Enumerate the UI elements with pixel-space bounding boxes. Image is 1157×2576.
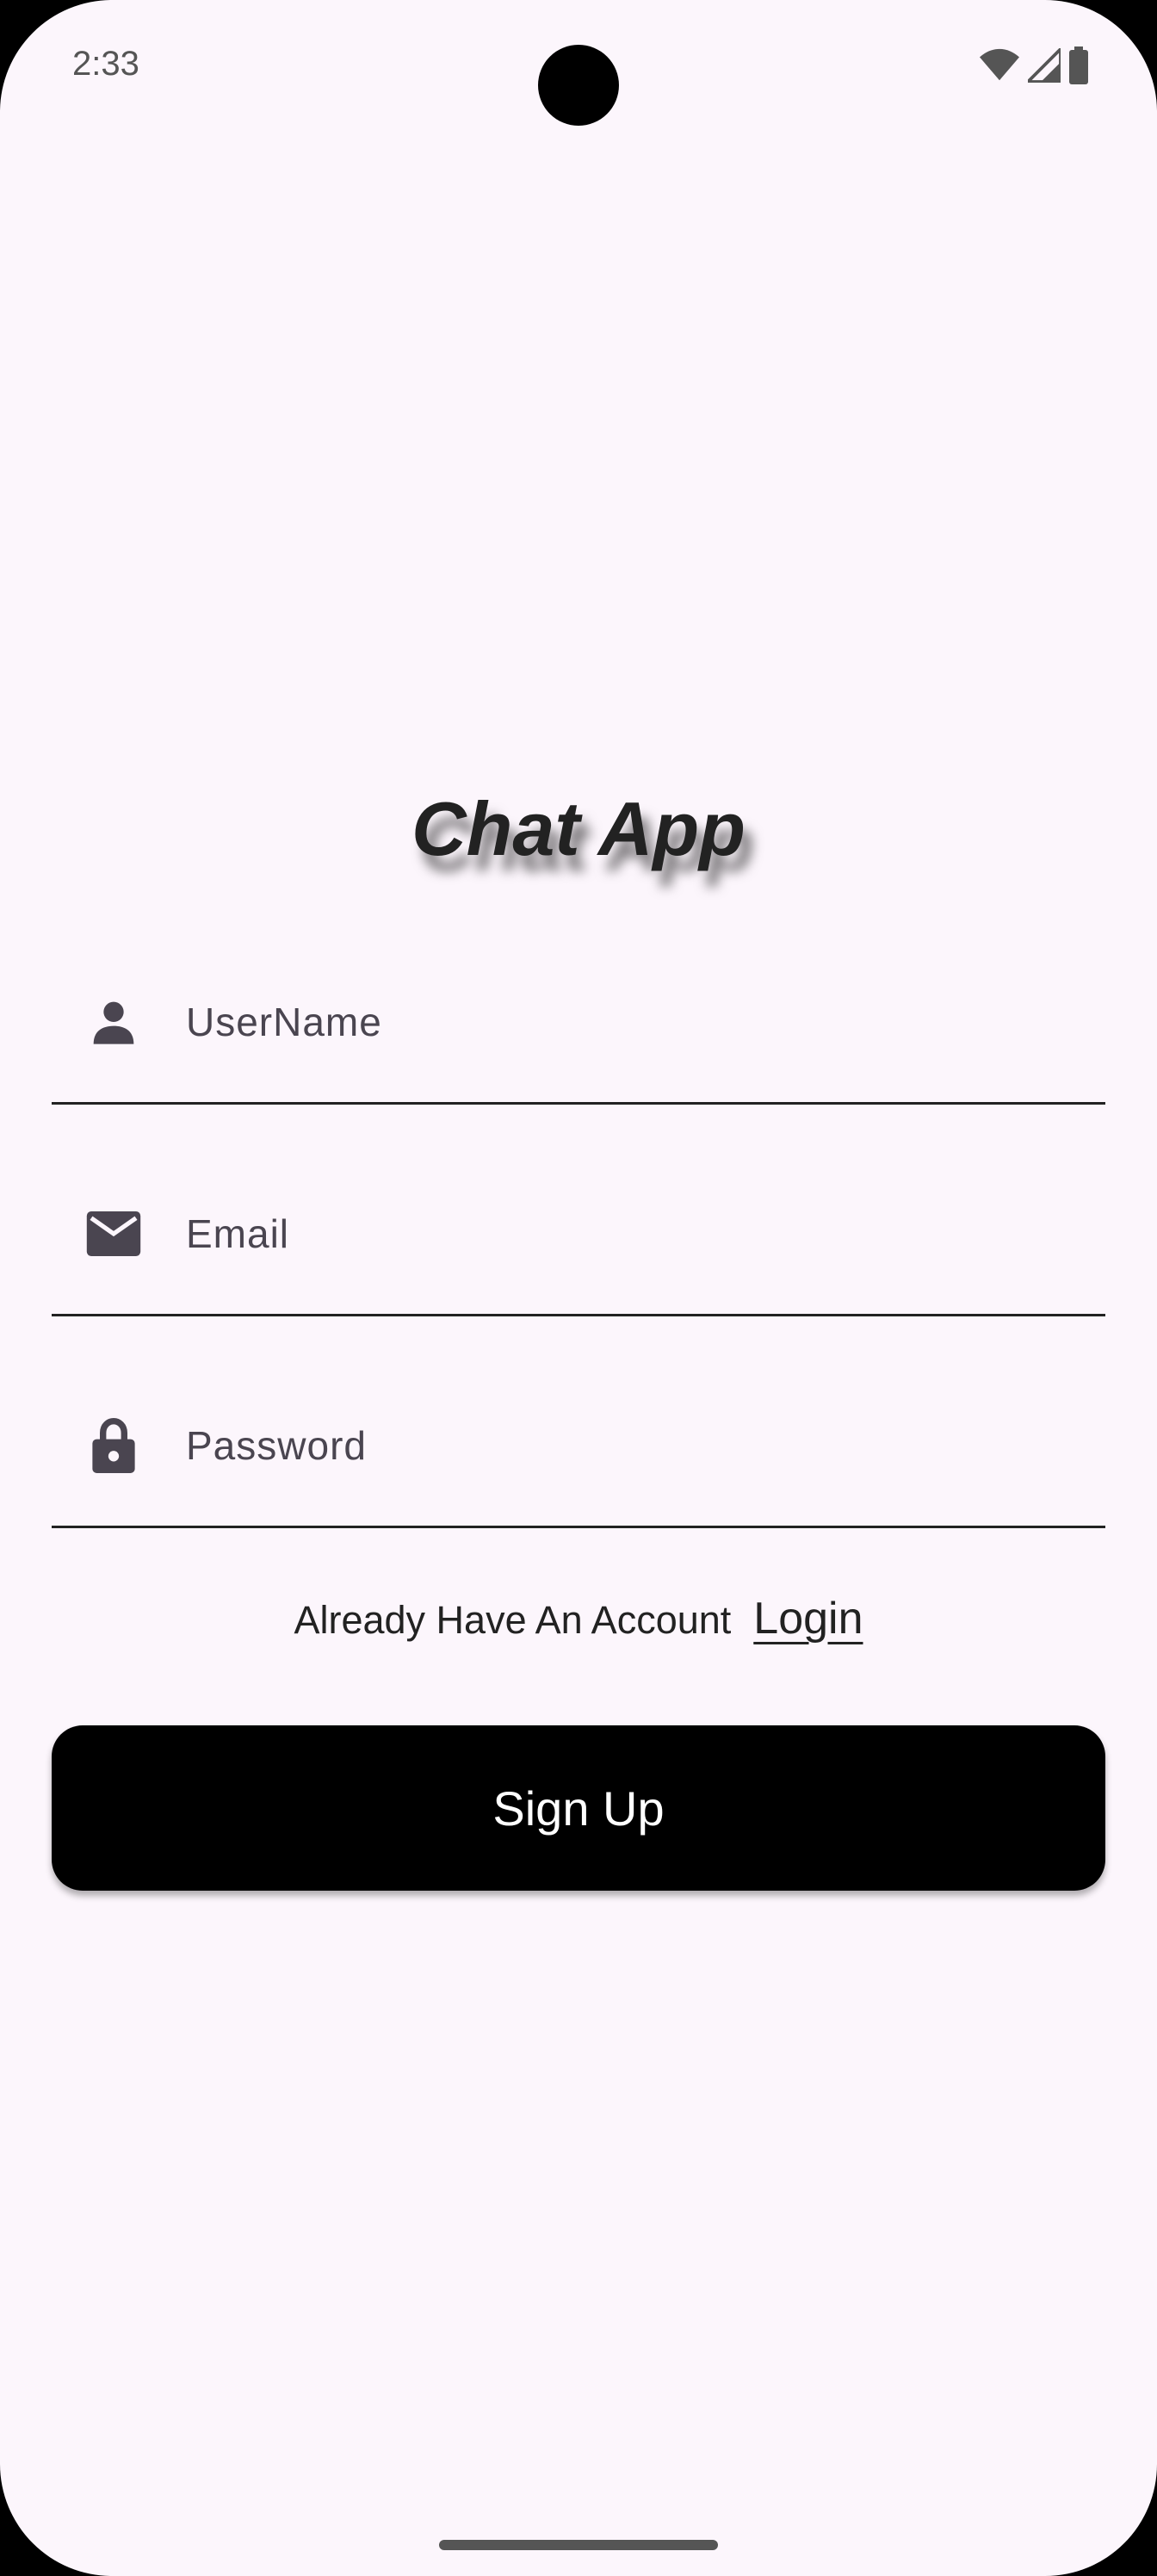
account-prompt: Already Have An Account Login — [0, 1593, 1157, 1644]
status-bar: 2:33 — [0, 0, 1157, 138]
battery-icon — [1069, 46, 1088, 89]
signal-icon — [1024, 44, 1062, 87]
lock-icon — [86, 1418, 141, 1473]
username-field[interactable] — [52, 942, 1105, 1105]
email-input[interactable] — [186, 1154, 1081, 1314]
status-icons — [980, 44, 1088, 89]
mail-icon — [86, 1206, 141, 1261]
app-title: Chat App — [411, 786, 746, 871]
camera-cutout — [538, 45, 619, 126]
wifi-icon — [980, 48, 1019, 87]
home-indicator[interactable] — [439, 2540, 718, 2550]
app-screen: 2:33 Chat App UserName Email Already Hav… — [0, 0, 1157, 2576]
password-input[interactable] — [186, 1365, 1081, 1526]
account-prompt-text: Already Have An Account — [294, 1598, 732, 1642]
email-field[interactable] — [52, 1154, 1105, 1316]
person-icon — [86, 994, 141, 1050]
password-field[interactable] — [52, 1365, 1105, 1528]
status-time: 2:33 — [72, 45, 139, 83]
username-input[interactable] — [186, 942, 1081, 1102]
sign-up-button[interactable]: Sign Up — [52, 1725, 1105, 1891]
login-link[interactable]: Login — [753, 1593, 863, 1644]
